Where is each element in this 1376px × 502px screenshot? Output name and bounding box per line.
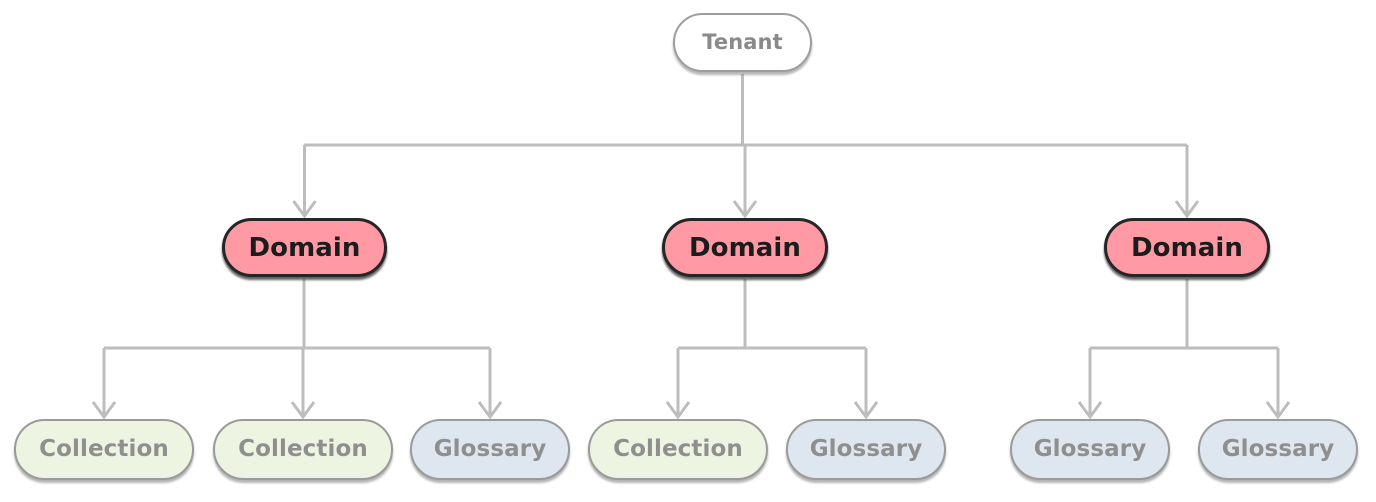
arrowhead-group-3-leaf-2 [1265, 401, 1291, 420]
arrowhead-group-2-leaf-1 [665, 401, 691, 420]
glossary-label: Glossary [433, 436, 547, 462]
node-collection-2[interactable]: Collection [213, 419, 393, 480]
arrowhead-group-1-leaf-3 [477, 401, 503, 420]
glossary-label: Glossary [809, 436, 923, 462]
node-tenant-root[interactable]: Tenant [673, 13, 812, 72]
domain-label: Domain [248, 232, 361, 263]
glossary-label: Glossary [1221, 436, 1335, 462]
arrowhead-group-1-leaf-2 [290, 401, 316, 420]
node-glossary-6[interactable]: Glossary [1010, 419, 1170, 480]
domain-label: Domain [1130, 232, 1244, 263]
node-glossary-3[interactable]: Glossary [410, 419, 570, 480]
node-domain-1[interactable]: Domain [222, 218, 387, 277]
arrowhead-group-3-leaf-1 [1077, 401, 1103, 420]
arrowhead-domain-3 [1174, 200, 1200, 219]
node-glossary-7[interactable]: Glossary [1198, 419, 1358, 480]
arrowhead-domain-1 [292, 200, 317, 219]
tenant-label: Tenant [702, 30, 783, 54]
glossary-label: Glossary [1033, 436, 1147, 462]
arrowhead-domain-2 [732, 200, 758, 219]
domain-label: Domain [688, 232, 802, 263]
node-collection-4[interactable]: Collection [588, 419, 768, 480]
collection-label: Collection [39, 436, 169, 462]
node-collection-1[interactable]: Collection [14, 419, 194, 480]
node-domain-2[interactable]: Domain [662, 218, 828, 277]
collection-label: Collection [613, 436, 743, 462]
hierarchy-diagram: Tenant Domain Domain Domain Collection Collec… [0, 0, 1376, 502]
arrowhead-group-1-leaf-1 [91, 401, 117, 420]
collection-label: Collection [238, 436, 368, 462]
arrowhead-group-2-leaf-2 [853, 401, 879, 420]
node-domain-3[interactable]: Domain [1104, 218, 1270, 277]
node-glossary-5[interactable]: Glossary [786, 419, 946, 480]
